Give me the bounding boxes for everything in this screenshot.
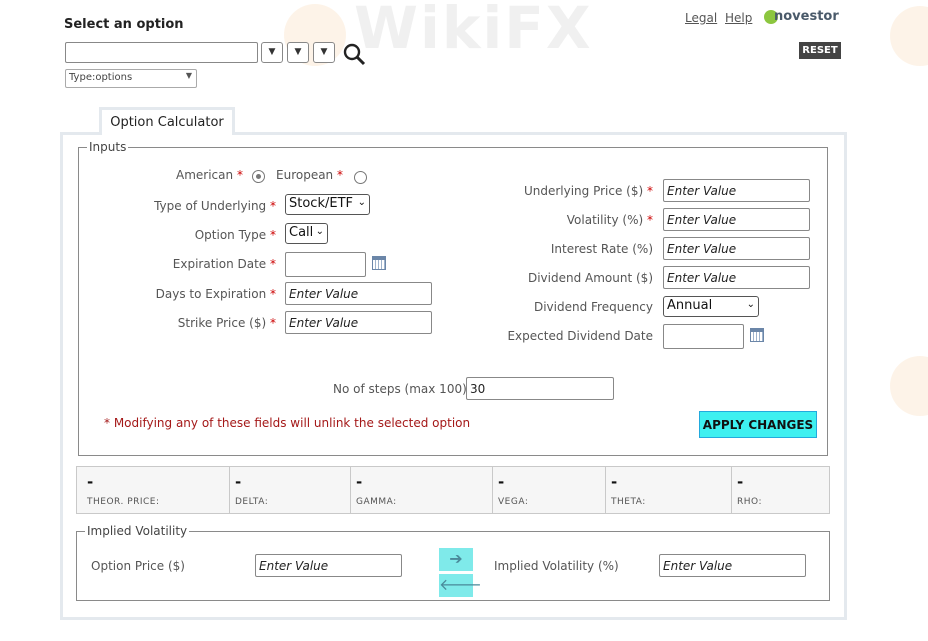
greek-name: VEGA: — [498, 497, 529, 507]
greeks-bar: - THEOR. PRICE: - DELTA: - GAMMA: - VEGA… — [76, 466, 830, 514]
unlink-warning: * Modifying any of these fields will unl… — [104, 416, 471, 430]
root-select[interactable]: ▼ — [261, 42, 283, 63]
greek-value: - — [737, 473, 744, 491]
option-type-label: Option Type * — [194, 228, 276, 242]
greek-value: - — [356, 473, 363, 491]
help-link[interactable]: Help — [725, 11, 752, 25]
chevron-down-icon: ▼ — [268, 47, 276, 57]
strike-price-input[interactable] — [285, 311, 432, 334]
select-option-label: Select an option — [64, 17, 184, 32]
greek-theor-price: - THEOR. PRICE: — [77, 467, 230, 513]
greek-vega: - VEGA: — [493, 467, 606, 513]
underlying-price-input[interactable] — [663, 179, 810, 202]
greek-name: THEOR. PRICE: — [87, 497, 160, 507]
volatility-label: Volatility (%) * — [566, 213, 653, 227]
strike-price-label: Strike Price ($) * — [177, 316, 276, 330]
dividend-frequency-label: Dividend Frequency — [533, 300, 653, 314]
greek-gamma: - GAMMA: — [351, 467, 493, 513]
greek-value: - — [235, 473, 242, 491]
brand-name: novestor — [774, 9, 839, 24]
greek-value: - — [87, 473, 94, 491]
european-radio[interactable] — [354, 171, 367, 184]
volatility-input[interactable] — [663, 208, 810, 231]
compute-price-button[interactable]: 🡐 — [439, 574, 482, 597]
option-price-label: Option Price ($) — [91, 559, 185, 573]
compute-iv-button[interactable]: ➔ — [439, 548, 473, 571]
underlying-price-label: Underlying Price ($) * — [523, 184, 653, 198]
watermark-text: WikiFX — [354, 0, 593, 62]
calendar-icon[interactable] — [372, 256, 386, 270]
dividend-amount-label: Dividend Amount ($) — [527, 271, 653, 285]
chevron-down-icon: ⌄ — [357, 197, 366, 208]
expected-dividend-date-input[interactable] — [663, 324, 744, 349]
steps-input[interactable] — [466, 377, 614, 400]
greek-name: GAMMA: — [356, 497, 397, 507]
greek-value: - — [611, 473, 618, 491]
arrow-right-icon: ➔ — [449, 549, 463, 568]
strike-select[interactable]: ▼ — [313, 42, 335, 63]
type-filter-value: Type:options — [69, 72, 133, 83]
expected-dividend-date-label: Expected Dividend Date — [507, 329, 653, 343]
greek-value: - — [498, 473, 505, 491]
chevron-down-icon: ⌄ — [315, 226, 324, 237]
steps-label: No of steps (max 100) — [333, 382, 467, 396]
expiration-date-input[interactable] — [285, 252, 366, 277]
iv-input[interactable] — [659, 554, 806, 577]
interest-rate-input[interactable] — [663, 237, 810, 260]
expiration-date-label: Expiration Date * — [172, 257, 276, 271]
chevron-down-icon: ▼ — [320, 47, 328, 57]
dividend-frequency-select[interactable]: Annual ⌄ — [663, 296, 759, 317]
watermark-logo — [890, 356, 928, 416]
days-to-expiration-label: Days to Expiration * — [155, 287, 276, 301]
underlying-type-label: Type of Underlying * — [154, 199, 276, 213]
greek-name: DELTA: — [235, 497, 269, 507]
european-label: European * — [276, 168, 343, 182]
greek-theta: - THETA: — [606, 467, 732, 513]
expiry-select[interactable]: ▼ — [287, 42, 309, 63]
greek-delta: - DELTA: — [230, 467, 351, 513]
search-icon[interactable] — [342, 42, 366, 66]
greek-name: RHO: — [737, 497, 762, 507]
underlying-type-select[interactable]: Stock/ETF ⌄ — [285, 194, 370, 215]
type-filter-select[interactable]: Type:options ▼ — [65, 69, 197, 88]
american-radio[interactable] — [252, 170, 265, 183]
watermark-logo — [890, 6, 928, 66]
calendar-icon[interactable] — [750, 328, 764, 342]
apply-changes-button[interactable]: APPLY CHANGES — [699, 411, 817, 438]
arrow-left-icon: 🡐 — [439, 575, 482, 594]
chevron-down-icon: ⌄ — [746, 299, 755, 310]
american-label: American * — [176, 168, 243, 182]
legal-link[interactable]: Legal — [685, 11, 717, 25]
iv-label: Implied Volatility (%) — [494, 559, 619, 573]
option-search-input[interactable] — [65, 42, 258, 63]
greek-name: THETA: — [611, 497, 646, 507]
greek-rho: - RHO: — [732, 467, 829, 513]
option-type-select[interactable]: Call ⌄ — [285, 223, 328, 244]
chevron-down-icon: ▼ — [294, 47, 302, 57]
implied-volatility-legend: Implied Volatility — [87, 524, 188, 538]
option-price-input[interactable] — [255, 554, 402, 577]
days-to-expiration-input[interactable] — [285, 282, 432, 305]
tab-option-calculator[interactable]: Option Calculator — [99, 107, 235, 135]
dividend-amount-input[interactable] — [663, 266, 810, 289]
chevron-down-icon: ▼ — [185, 71, 192, 80]
reset-button[interactable]: RESET — [799, 42, 841, 59]
interest-rate-label: Interest Rate (%) — [550, 242, 653, 256]
inputs-legend: Inputs — [89, 140, 127, 154]
